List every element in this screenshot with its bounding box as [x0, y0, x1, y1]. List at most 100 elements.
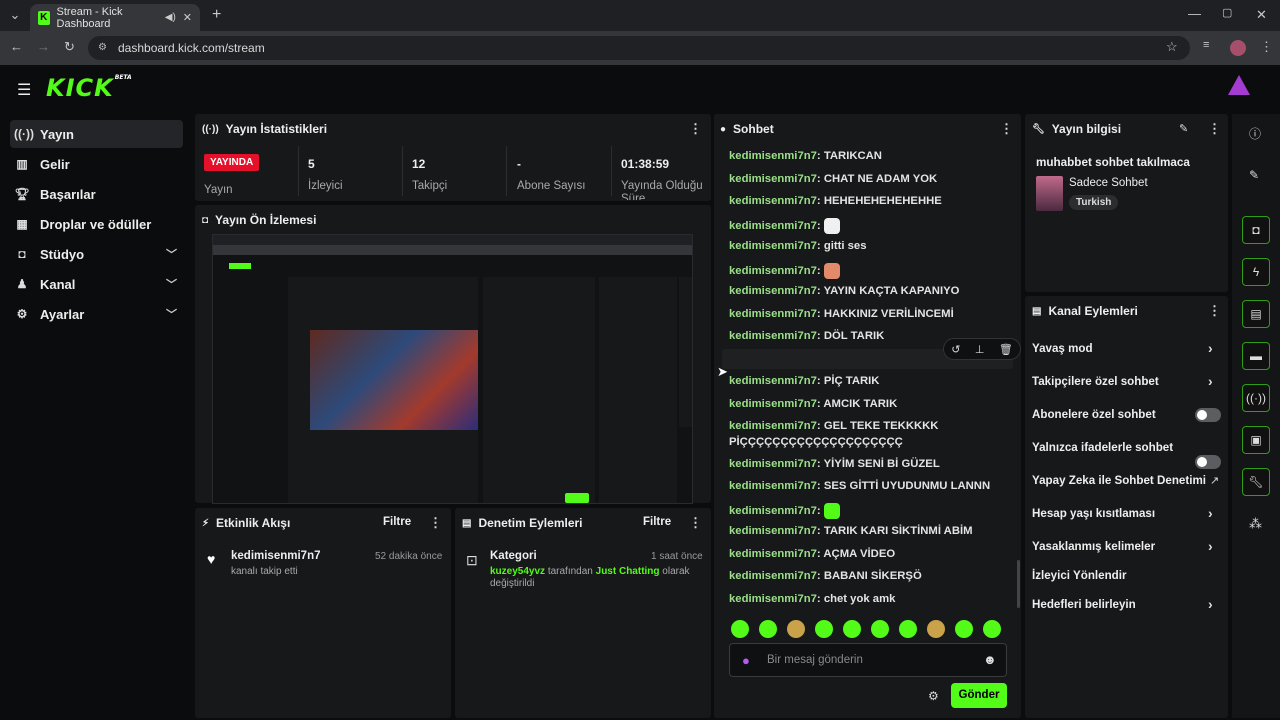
back-icon[interactable]: ← [10, 40, 23, 53]
emote-icon[interactable] [843, 620, 861, 638]
chat-message[interactable]: kedimisenmi7n7: [729, 262, 840, 279]
chat-message[interactable]: kedimisenmi7n7: HAKKINIZ VERİLİNCEMİ [729, 308, 954, 320]
emote-icon[interactable] [899, 620, 917, 638]
sidebar-item-ayarlar[interactable]: ⚙ Ayarlar ﹀ [10, 300, 183, 328]
followers-only-action[interactable]: Takipçilere özel sohbet [1032, 375, 1159, 388]
bolt-icon[interactable]: ϟ [1242, 258, 1270, 286]
chat-username[interactable]: kedimisenmi7n7 [729, 264, 817, 276]
chat-username[interactable]: kedimisenmi7n7 [729, 173, 817, 185]
ai-moderation-action[interactable]: Yapay Zeka ile Sohbet Denetimi [1032, 474, 1206, 487]
moderation-filter-button[interactable]: Filtre [643, 516, 671, 528]
emote-bar[interactable] [731, 620, 1011, 641]
chat-username[interactable]: kedimisenmi7n7 [729, 398, 817, 410]
url-field[interactable]: ⚙ dashboard.kick.com/stream [88, 36, 1190, 60]
info-icon[interactable]: ⓘ [1249, 125, 1261, 142]
chat-message[interactable]: kedimisenmi7n7: CHAT NE ADAM YOK [729, 173, 937, 185]
chat-username[interactable]: kedimisenmi7n7 [729, 375, 817, 387]
trash-icon[interactable]: 🗑︎ [999, 343, 1013, 356]
chat-message[interactable]: kedimisenmi7n7: chet yok amk [729, 593, 895, 605]
chat-settings-icon[interactable]: ⚙ [928, 689, 939, 703]
chat-username[interactable]: kedimisenmi7n7 [729, 570, 817, 582]
profile-avatar[interactable] [1230, 40, 1246, 56]
sidebar-item-kanal[interactable]: ♟ Kanal ﹀ [10, 270, 183, 298]
stats-more-icon[interactable]: ⋮ [689, 121, 702, 137]
apps-icon[interactable]: ⁂ [1249, 516, 1262, 532]
camera-icon[interactable]: ◘ [1242, 216, 1270, 244]
new-tab-button[interactable]: + [212, 7, 221, 23]
chevron-right-icon[interactable]: › [1208, 340, 1213, 356]
chat-username[interactable]: kedimisenmi7n7 [729, 504, 817, 516]
chat-username[interactable]: kedimisenmi7n7 [729, 480, 817, 492]
chat-message[interactable]: kedimisenmi7n7: AMCIK TARIK [729, 398, 897, 410]
chat-message[interactable]: kedimisenmi7n7: gitti ses [729, 240, 867, 252]
activity-filter-button[interactable]: Filtre [383, 516, 411, 528]
chevron-right-icon[interactable]: › [1208, 373, 1213, 389]
activity-user[interactable]: kedimisenmi7n7 [231, 550, 320, 562]
site-info-icon[interactable]: ⚙ [98, 36, 107, 60]
emote-icon[interactable] [927, 620, 945, 638]
account-age-action[interactable]: Hesap yaşı kısıtlaması [1032, 507, 1155, 520]
chat-bubble-icon[interactable]: ▬ [1242, 342, 1270, 370]
speaker-icon[interactable]: ◀) [165, 12, 176, 23]
chat-message[interactable]: kedimisenmi7n7: HEHEHEHEHEHEHHE [729, 195, 942, 207]
emote-icon[interactable] [759, 620, 777, 638]
goals-action[interactable]: Hedefleri belirleyin [1032, 598, 1136, 611]
chat-message[interactable]: kedimisenmi7n7: YAYIN KAÇTA KAPANIYO [729, 285, 959, 297]
chat-message[interactable]: kedimisenmi7n7: YİYİM SENİ Bİ GÜZEL [729, 458, 940, 470]
external-link-icon[interactable]: ↗ [1210, 474, 1219, 487]
tab-close-icon[interactable]: ✕ [183, 11, 192, 24]
document-icon[interactable]: ▤ [1242, 300, 1270, 328]
tab-search-icon[interactable]: ⌄ [8, 8, 22, 21]
browser-tab[interactable]: K Stream - Kick Dashboard ◀) ✕ [30, 4, 200, 31]
chat-scrollbar[interactable] [1017, 560, 1020, 608]
user-avatar-icon[interactable] [1228, 75, 1250, 95]
chat-username[interactable]: kedimisenmi7n7 [729, 420, 817, 432]
chat-message[interactable]: kedimisenmi7n7: PİÇ TARIK [729, 375, 879, 387]
stream-preview-video[interactable] [212, 234, 693, 504]
subscribers-only-toggle[interactable] [1195, 408, 1221, 422]
chat-username[interactable]: kedimisenmi7n7 [729, 240, 817, 252]
raid-action[interactable]: İzleyici Yönlendir [1032, 569, 1127, 582]
chat-username[interactable]: kedimisenmi7n7 [729, 330, 817, 342]
pin-icon[interactable]: ⊥ [975, 343, 985, 356]
chat-message[interactable]: kedimisenmi7n7: GEL TEKE TEKKKKK [729, 420, 938, 432]
emote-icon[interactable] [871, 620, 889, 638]
category-name[interactable]: Sadece Sohbet [1069, 177, 1148, 189]
chat-username[interactable]: kedimisenmi7n7 [729, 458, 817, 470]
slow-mode-action[interactable]: Yavaş mod [1032, 342, 1093, 355]
wrench-icon[interactable]: 🔧︎ [1242, 468, 1270, 496]
chevron-right-icon[interactable]: › [1208, 596, 1213, 612]
bookmark-star-icon[interactable]: ☆ [1166, 40, 1178, 53]
broadcast-icon[interactable]: ((·)) [1242, 384, 1270, 412]
minimize-icon[interactable]: — [1188, 7, 1201, 20]
send-button[interactable]: Gönder [951, 683, 1007, 708]
chat-message[interactable]: PİÇÇÇÇÇÇÇÇÇÇÇÇÇÇÇÇÇÇÇÇ [729, 436, 903, 448]
sidebar-item-gelir[interactable]: ▥ Gelir [10, 150, 183, 178]
moderation-more-icon[interactable]: ⋮ [689, 515, 702, 531]
emote-icon[interactable] [731, 620, 749, 638]
category-thumbnail[interactable] [1036, 176, 1063, 211]
sidebar-item-basarilar[interactable]: 🏆︎ Başarılar [10, 180, 183, 208]
chat-username[interactable]: kedimisenmi7n7 [729, 593, 817, 605]
forward-icon[interactable]: → [37, 40, 50, 53]
emote-icon[interactable] [983, 620, 1001, 638]
banned-words-action[interactable]: Yasaklanmış kelimeler [1032, 540, 1155, 553]
edit-icon[interactable]: ✎ [1249, 168, 1259, 182]
chat-username[interactable]: kedimisenmi7n7 [729, 308, 817, 320]
sidebar-item-droplar[interactable]: ▦ Droplar ve ödüller [10, 210, 183, 238]
chat-username[interactable]: kedimisenmi7n7 [729, 219, 817, 231]
chat-more-icon[interactable]: ⋮ [1000, 121, 1013, 137]
microphone-icon[interactable]: ● [742, 653, 750, 668]
chat-username[interactable]: kedimisenmi7n7 [729, 150, 817, 162]
chat-input-box[interactable]: ● Bir mesaj gönderin ☻ [729, 643, 1007, 677]
kick-logo[interactable]: KICKBETA [46, 74, 132, 102]
chat-message[interactable]: kedimisenmi7n7: SES GİTTİ UYUDUNMU LANNN [729, 480, 990, 492]
close-icon[interactable]: ✕ [1256, 8, 1267, 21]
reload-icon[interactable]: ↻ [64, 40, 75, 53]
chat-message[interactable]: kedimisenmi7n7: DÖL TARIK [729, 330, 884, 342]
chat-username[interactable]: kedimisenmi7n7 [729, 525, 817, 537]
chat-username[interactable]: kedimisenmi7n7 [729, 285, 817, 297]
chat-message[interactable]: kedimisenmi7n7: TARIKCAN [729, 150, 882, 162]
emote-icon[interactable] [815, 620, 833, 638]
activity-more-icon[interactable]: ⋮ [429, 515, 442, 531]
